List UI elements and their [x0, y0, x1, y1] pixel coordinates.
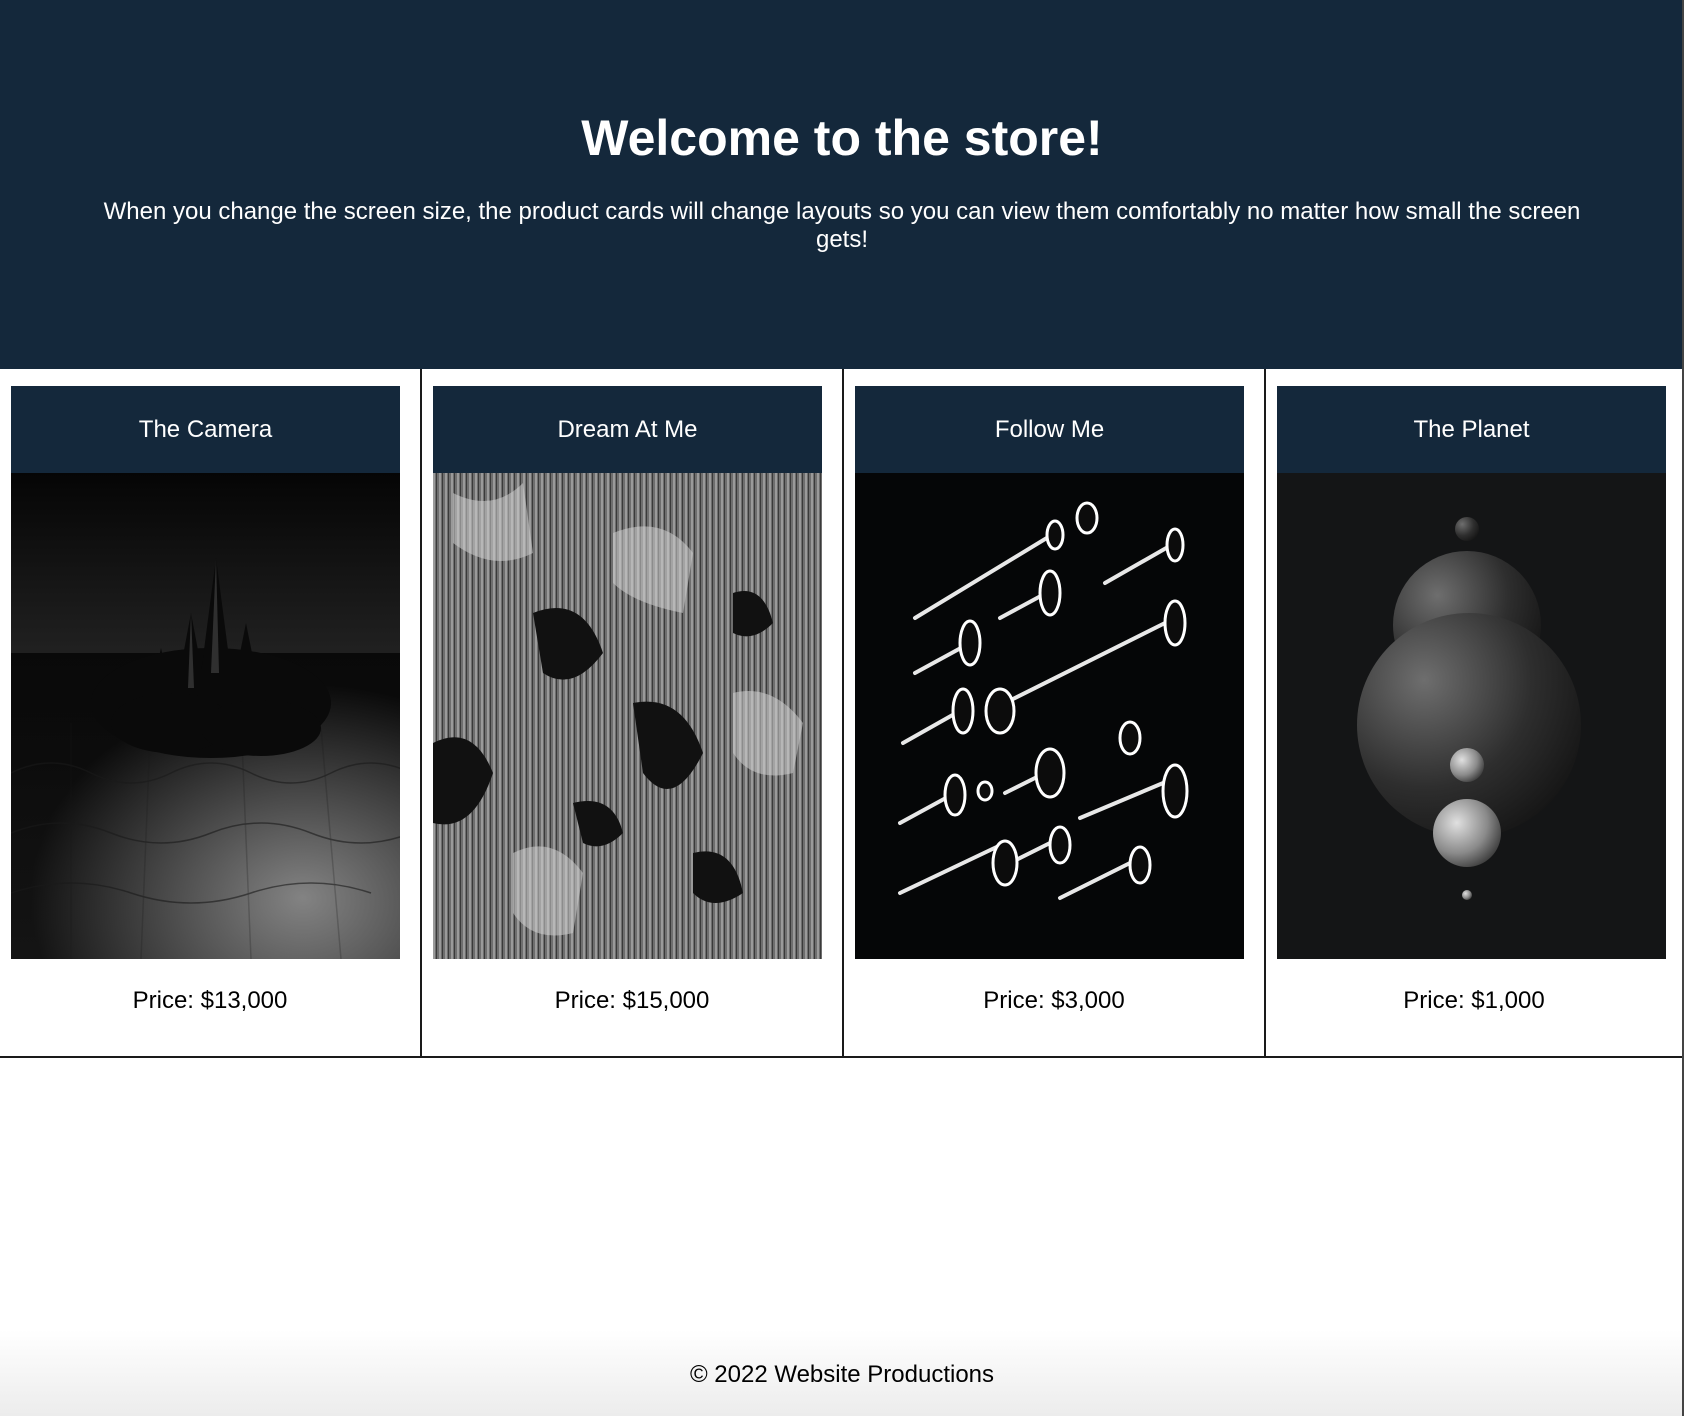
page-footer: © 2022 Website Productions — [0, 1330, 1684, 1416]
planet-artwork — [1277, 473, 1666, 959]
camera-artwork — [11, 473, 400, 959]
product-card-dream[interactable]: Dream At Me Price: $15,000 — [422, 369, 844, 1058]
product-image-planet — [1277, 473, 1666, 959]
product-grid: The Camera Price: $13,000 Dream At Me Pr… — [0, 369, 1684, 1058]
product-card-camera[interactable]: The Camera Price: $13,000 — [0, 369, 422, 1058]
copyright-text: © 2022 Website Productions — [689, 1361, 995, 1388]
product-price: Price: $13,000 — [132, 987, 288, 1014]
hero-subtitle: When you change the screen size, the pro… — [103, 198, 1581, 253]
product-image-dream — [433, 473, 822, 959]
store-page: Welcome to the store! When you change th… — [0, 0, 1684, 1416]
hero-banner: Welcome to the store! When you change th… — [0, 0, 1684, 369]
follow-artwork — [855, 473, 1244, 959]
product-price: Price: $3,000 — [983, 987, 1125, 1014]
product-title: The Planet — [1277, 386, 1666, 473]
product-image-camera — [11, 473, 400, 959]
product-card-follow[interactable]: Follow Me Price: $3,000 — [844, 369, 1266, 1058]
product-price: Price: $1,000 — [1403, 987, 1545, 1014]
product-title: Dream At Me — [433, 386, 822, 473]
product-title: The Camera — [11, 386, 400, 473]
product-title: Follow Me — [855, 386, 1244, 473]
product-image-follow — [855, 473, 1244, 959]
product-price: Price: $15,000 — [554, 987, 710, 1014]
product-card-planet[interactable]: The Planet Price: $1,000 — [1266, 369, 1684, 1058]
dream-artwork — [433, 473, 822, 959]
page-title: Welcome to the store! — [581, 110, 1103, 166]
